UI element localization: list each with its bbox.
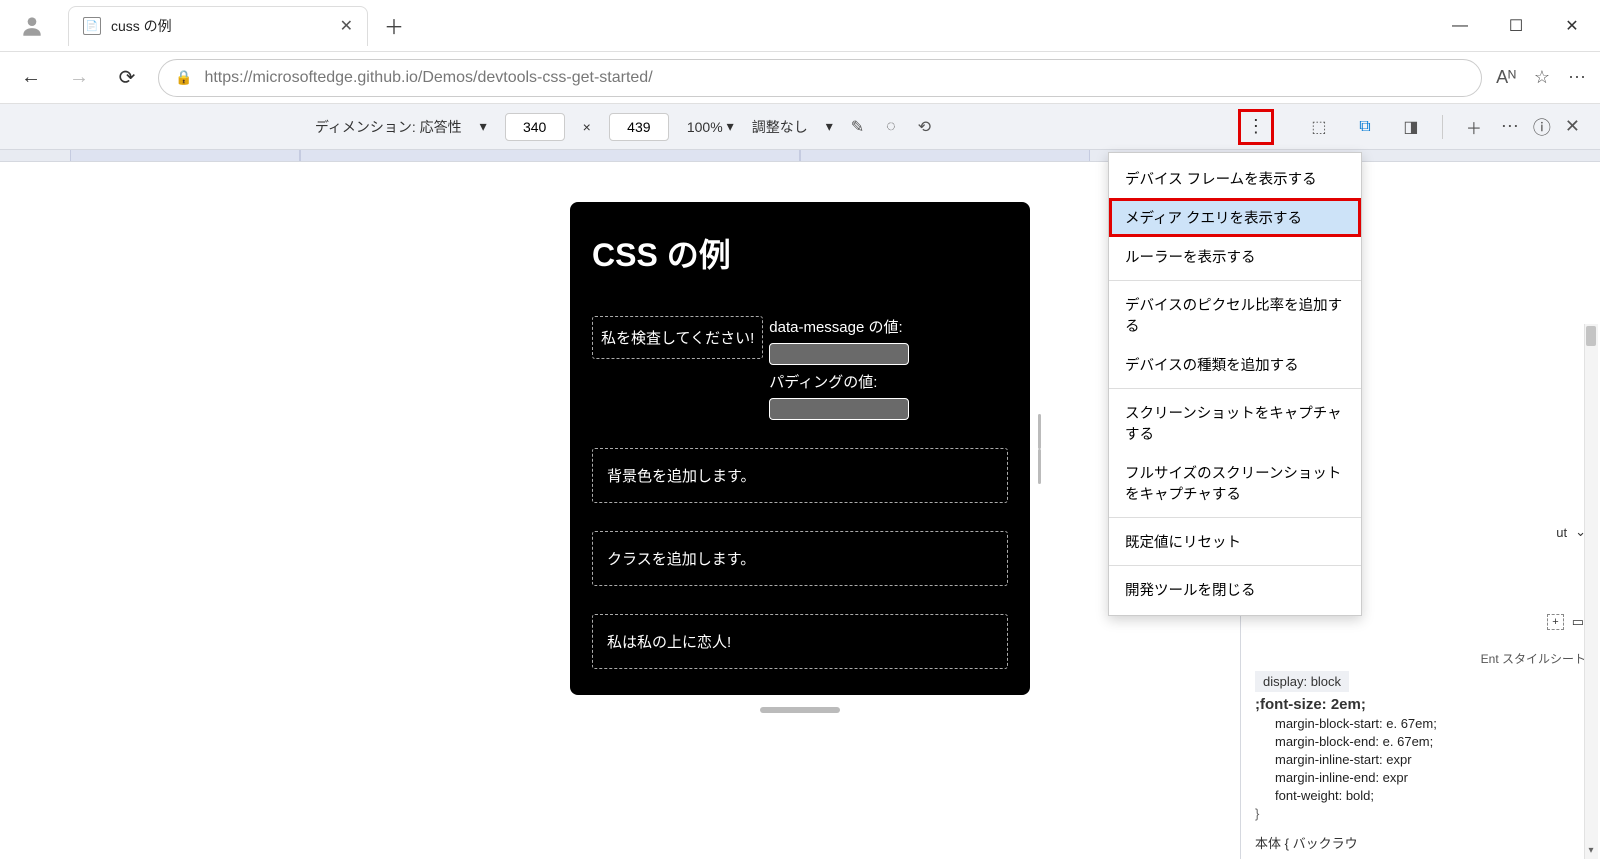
dock-icon[interactable]: ◨ <box>1396 112 1426 142</box>
hover-box[interactable]: 私は私の上に恋人! <box>592 614 1008 669</box>
styles-tab-label[interactable]: ut <box>1556 525 1567 540</box>
add-bg-box[interactable]: 背景色を追加します。 <box>592 448 1008 503</box>
padding-label: パディングの値: <box>769 371 909 392</box>
menu-separator <box>1109 280 1361 281</box>
maximize-button[interactable]: ☐ <box>1488 4 1544 48</box>
times-label: × <box>583 119 591 135</box>
refresh-button[interactable]: ⟳ <box>110 61 144 95</box>
inspect-element-icon[interactable]: ⬚ <box>1304 112 1334 142</box>
width-input[interactable] <box>505 113 565 141</box>
menu-reset[interactable]: 既定値にリセット <box>1109 522 1361 561</box>
css-mbs-prop[interactable]: margin-block-start: e. 67em; <box>1275 716 1586 731</box>
menu-separator <box>1109 388 1361 389</box>
devtools-more-icon[interactable]: ⋯ <box>1501 116 1519 137</box>
menu-show-rulers[interactable]: ルーラーを表示する <box>1109 237 1361 276</box>
body-rule[interactable]: 本体 { バックラウ <box>1255 833 1586 852</box>
data-message-label: data-message の値: <box>769 316 909 337</box>
menu-separator <box>1109 517 1361 518</box>
throttle-select[interactable]: 調整なし <box>752 117 808 137</box>
inspect-me-box[interactable]: 私を検査してください! <box>592 316 763 359</box>
address-bar: ← → ⟳ 🔒 https://microsoftedge.github.io/… <box>0 52 1600 104</box>
window-controls: ― ☐ ✕ <box>1432 4 1600 48</box>
menu-capture-full-screenshot[interactable]: フルサイズのスクリーンショットをキャプチャする <box>1109 453 1361 513</box>
page-content: CSS の例 私を検査してください! data-message の値: パディン… <box>570 202 1030 695</box>
more-options-button[interactable]: ⋮ <box>1238 109 1274 145</box>
browser-tab[interactable]: 📄 cuss の例 ✕ <box>68 6 368 46</box>
loading-icon[interactable]: ◌ <box>886 118 896 136</box>
menu-icon[interactable]: ⋯ <box>1568 67 1586 88</box>
favorite-icon[interactable]: ☆ <box>1534 67 1550 88</box>
menu-capture-screenshot[interactable]: スクリーンショットをキャプチャする <box>1109 393 1361 453</box>
device-options-menu: デバイス フレームを表示する メディア クエリを表示する ルーラーを表示する デ… <box>1108 152 1362 616</box>
dimension-dropdown-icon[interactable]: ▾ <box>480 118 487 135</box>
menu-show-device-frame[interactable]: デバイス フレームを表示する <box>1109 159 1361 198</box>
tab-title: cuss の例 <box>111 16 172 36</box>
add-class-box[interactable]: クラスを追加します。 <box>592 531 1008 586</box>
page-title: CSS の例 <box>592 230 1008 276</box>
data-message-input[interactable] <box>769 343 909 365</box>
css-mis-prop[interactable]: margin-inline-start: expr <box>1275 752 1586 767</box>
read-aloud-icon[interactable]: Aᴺ <box>1496 67 1516 88</box>
css-display-prop[interactable]: display: block <box>1255 671 1349 692</box>
add-panel-button[interactable]: ＋ <box>1459 112 1489 142</box>
lock-icon: 🔒 <box>175 69 192 86</box>
throttle-dropdown-icon[interactable]: ▾ <box>826 118 833 135</box>
new-tab-button[interactable]: ＋ <box>376 8 412 44</box>
close-icon[interactable]: ✕ <box>340 16 353 36</box>
dimension-label: ディメンション: 応答性 <box>315 117 462 137</box>
menu-show-media-queries[interactable]: メディア クエリを表示する <box>1109 198 1361 237</box>
resize-handle-right[interactable] <box>1038 414 1048 484</box>
css-fw-prop[interactable]: font-weight: bold; <box>1275 788 1586 803</box>
device-toggle-icon[interactable]: ⧉ <box>1350 112 1380 142</box>
height-input[interactable] <box>609 113 669 141</box>
menu-add-dpr[interactable]: デバイスのピクセル比率を追加する <box>1109 285 1361 345</box>
devtools-scrollbar[interactable]: ▴ ▾ <box>1584 324 1598 859</box>
url-input[interactable]: 🔒 https://microsoftedge.github.io/Demos/… <box>158 59 1482 97</box>
back-button[interactable]: ← <box>14 61 48 95</box>
minimize-button[interactable]: ― <box>1432 4 1488 48</box>
close-window-button[interactable]: ✕ <box>1544 4 1600 48</box>
menu-separator <box>1109 565 1361 566</box>
padding-input[interactable] <box>769 398 909 420</box>
devtools-close-icon[interactable]: ✕ <box>1565 116 1580 137</box>
device-toolbar: ディメンション: 応答性 ▾ × 100% ▾ 調整なし ▾ ✎ ◌ ⟲ ⋮ ⬚… <box>0 104 1600 150</box>
profile-icon[interactable] <box>12 6 52 46</box>
css-mie-prop[interactable]: margin-inline-end: expr <box>1275 770 1586 785</box>
help-icon[interactable]: ⓘ <box>1533 114 1551 140</box>
eyedropper-icon[interactable]: ✎ <box>851 117 864 137</box>
resize-handle-bottom[interactable] <box>760 707 840 713</box>
browser-titlebar: 📄 cuss の例 ✕ ＋ ― ☐ ✕ <box>0 0 1600 52</box>
stylesheet-source[interactable]: Ent スタイルシート <box>1255 650 1586 667</box>
rotate-icon[interactable]: ⟲ <box>918 117 931 137</box>
forward-button[interactable]: → <box>62 61 96 95</box>
zoom-select[interactable]: 100% ▾ <box>687 118 734 135</box>
new-style-icon[interactable]: + <box>1547 614 1563 630</box>
css-font-size-prop[interactable]: ;font-size: 2em; <box>1255 696 1586 713</box>
menu-close-devtools[interactable]: 開発ツールを閉じる <box>1109 570 1361 609</box>
toggle-style-icon[interactable]: ▭ <box>1572 614 1584 630</box>
url-text: https://microsoftedge.github.io/Demos/de… <box>204 69 652 87</box>
menu-add-device-type[interactable]: デバイスの種類を追加する <box>1109 345 1361 384</box>
file-icon: 📄 <box>83 17 101 35</box>
css-mbe-prop[interactable]: margin-block-end: e. 67em; <box>1275 734 1586 749</box>
